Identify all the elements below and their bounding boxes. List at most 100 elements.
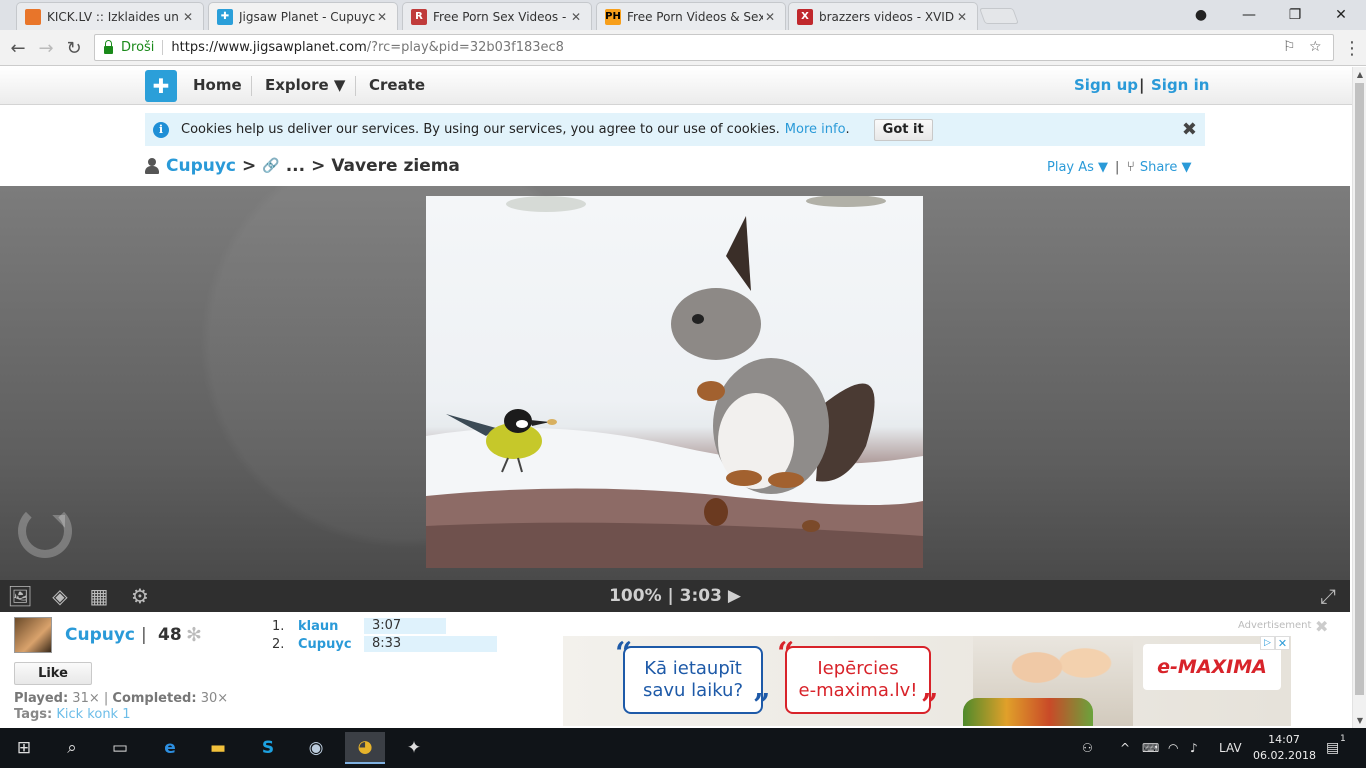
volume-icon[interactable]: ♪ bbox=[1190, 728, 1198, 768]
chrome-icon[interactable]: ◕ bbox=[345, 732, 385, 764]
page-title: Vavere ziema bbox=[331, 156, 460, 176]
like-button[interactable]: Like bbox=[14, 662, 92, 685]
tab-close-icon[interactable]: ✕ bbox=[569, 10, 583, 24]
menu-dots-icon[interactable]: ⋮ bbox=[1340, 36, 1364, 60]
tab-close-icon[interactable]: ✕ bbox=[375, 10, 389, 24]
score-player[interactable]: Cupuyc bbox=[298, 637, 364, 652]
nav-create[interactable]: Create bbox=[369, 76, 425, 94]
puzzle-options: Play As ▼ | ⑂ Share ▼ bbox=[1047, 159, 1192, 175]
ad-text-line: Kā ietaupīt bbox=[644, 658, 742, 679]
url-path: /?rc=play&pid=32b03f183ec8 bbox=[366, 40, 564, 55]
avatar[interactable] bbox=[14, 617, 52, 653]
tab-free-porn-sex-videos[interactable]: R Free Porn Sex Videos - R ✕ bbox=[402, 2, 592, 30]
share-menu[interactable]: Share ▼ bbox=[1140, 160, 1192, 175]
ad-close-icon[interactable]: ✖ bbox=[1315, 617, 1328, 636]
skype-icon[interactable]: S bbox=[248, 732, 288, 764]
system-clock[interactable]: 14:07 06.02.2018 bbox=[1253, 732, 1316, 764]
author-divider: | bbox=[141, 625, 147, 645]
url-host: https://www.jigsawplanet.com bbox=[171, 40, 367, 55]
close-icon[interactable]: ✖ bbox=[1182, 119, 1197, 140]
puzzle-stage[interactable] bbox=[0, 186, 1350, 580]
play-as-menu[interactable]: Play As ▼ bbox=[1047, 160, 1108, 175]
piece-count: 48 bbox=[158, 625, 182, 645]
close-window-button[interactable]: ✕ bbox=[1318, 0, 1364, 30]
address-bar[interactable]: Droši https://www.jigsawplanet.com/?rc=p… bbox=[94, 34, 1334, 61]
scroll-down-icon[interactable]: ▼ bbox=[1353, 713, 1366, 727]
tray-chevron-icon[interactable]: ^ bbox=[1120, 728, 1130, 768]
tab-title: Jigsaw Planet - Cupuyc - bbox=[239, 9, 375, 24]
bookmark-star-icon[interactable]: ☆ bbox=[1309, 39, 1322, 55]
breadcrumb-owner[interactable]: Cupuyc bbox=[166, 156, 236, 176]
r-favicon-icon: R bbox=[411, 8, 427, 25]
score-player[interactable]: klaun bbox=[298, 619, 364, 634]
played-value: 31× bbox=[72, 691, 100, 706]
score-rank: 2. bbox=[272, 636, 285, 652]
nav-explore[interactable]: Explore ▼ bbox=[265, 76, 345, 94]
stats-divider: | bbox=[103, 691, 109, 706]
fullscreen-icon[interactable]: ⤢ bbox=[1316, 584, 1340, 608]
nav-home[interactable]: Home bbox=[193, 76, 242, 94]
scrollbar-thumb[interactable] bbox=[1355, 83, 1364, 695]
advertisement-banner[interactable]: “ Kā ietaupītsavu laiku? ” “ Iepērciese-… bbox=[563, 636, 1291, 726]
squirrel-bird-picture bbox=[426, 196, 923, 568]
translate-icon[interactable]: ⚐ bbox=[1283, 39, 1296, 55]
windows-start-icon[interactable]: ⊞ bbox=[4, 732, 44, 764]
ad-x-icon[interactable]: ✕ bbox=[1275, 636, 1290, 650]
score-rank: 1. bbox=[272, 618, 285, 634]
task-view-icon[interactable]: ▭ bbox=[100, 732, 140, 764]
counter-strike-icon[interactable]: ✦ bbox=[394, 732, 434, 764]
secure-label: Droši bbox=[121, 40, 164, 55]
ad-bubble-cta: Iepērcies e-maxima.lv! bbox=[785, 646, 931, 714]
site-header: ✚ Home Explore ▼ Create Sign up | Sign i… bbox=[0, 67, 1352, 105]
share-icon: ⑂ bbox=[1126, 159, 1135, 175]
file-explorer-icon[interactable]: ▬ bbox=[198, 732, 238, 764]
sign-in-link[interactable]: Sign in bbox=[1151, 76, 1209, 94]
steam-icon[interactable]: ◉ bbox=[296, 732, 336, 764]
score-row: 2. Cupuyc 8:33 bbox=[272, 635, 497, 653]
high-scores: 1. klaun 3:07 2. Cupuyc 8:33 bbox=[272, 617, 497, 653]
notifications-icon[interactable]: ▤ bbox=[1326, 728, 1339, 768]
tag-link[interactable]: Kick konk 1 bbox=[56, 707, 130, 722]
rotate-icon[interactable] bbox=[18, 504, 72, 558]
tab-close-icon[interactable]: ✕ bbox=[955, 10, 969, 24]
ad-vegetables-image bbox=[963, 698, 1093, 726]
keyboard-icon[interactable]: ⌨ bbox=[1142, 728, 1159, 768]
got-it-button[interactable]: Got it bbox=[873, 118, 933, 141]
ad-text-line: savu laiku? bbox=[642, 680, 744, 701]
people-icon[interactable]: ⚇ bbox=[1082, 728, 1093, 768]
search-icon[interactable]: ⌕ bbox=[52, 732, 92, 764]
more-info-link[interactable]: More info bbox=[785, 122, 846, 137]
adchoices-icon[interactable]: ▷ bbox=[1260, 636, 1275, 650]
completed-label: Completed: bbox=[112, 691, 197, 706]
new-tab-button[interactable] bbox=[979, 8, 1019, 24]
tab-kick[interactable]: KICK.LV :: Izklaides un spē ✕ bbox=[16, 2, 204, 30]
advertisement-label: Advertisement bbox=[1238, 620, 1312, 631]
puzzle-stats: Played: 31× | Completed: 30× bbox=[14, 691, 228, 706]
minimize-button[interactable]: — bbox=[1226, 0, 1272, 30]
tab-jigsaw-planet[interactable]: ✚ Jigsaw Planet - Cupuyc - ✕ bbox=[208, 2, 398, 30]
link-icon[interactable]: 🔗 bbox=[262, 158, 279, 174]
ph-favicon-icon: PH bbox=[605, 8, 621, 25]
tab-free-porn-videos[interactable]: PH Free Porn Videos & Sex M ✕ bbox=[596, 2, 786, 30]
tab-close-icon[interactable]: ✕ bbox=[181, 10, 195, 24]
forward-arrow-icon[interactable]: → bbox=[34, 36, 58, 60]
tab-brazzers-videos[interactable]: X brazzers videos - XVIDEO ✕ bbox=[788, 2, 978, 30]
jigsaw-logo-icon[interactable]: ✚ bbox=[145, 70, 177, 102]
sign-up-link[interactable]: Sign up bbox=[1074, 76, 1138, 94]
breadcrumb-separator: > bbox=[242, 156, 257, 176]
profile-icon[interactable]: ● bbox=[1178, 0, 1224, 30]
restore-button[interactable]: ❐ bbox=[1272, 0, 1318, 30]
completed-value: 30× bbox=[200, 691, 229, 706]
page-scrollbar[interactable]: ▲ ▼ bbox=[1352, 67, 1366, 728]
wifi-icon[interactable]: ◠ bbox=[1168, 728, 1178, 768]
language-indicator[interactable]: LAV bbox=[1219, 728, 1242, 768]
tab-close-icon[interactable]: ✕ bbox=[763, 10, 777, 24]
url-text[interactable]: https://www.jigsawplanet.com/?rc=play&pi… bbox=[171, 40, 564, 55]
edge-browser-icon[interactable]: e bbox=[150, 732, 190, 764]
author-name[interactable]: Cupuyc bbox=[65, 625, 135, 645]
kick-favicon-icon bbox=[25, 8, 41, 25]
breadcrumb-ellipsis[interactable]: ... bbox=[286, 156, 305, 176]
back-arrow-icon[interactable]: ← bbox=[6, 36, 30, 60]
scroll-up-icon[interactable]: ▲ bbox=[1353, 67, 1366, 81]
reload-icon[interactable]: ↻ bbox=[62, 36, 86, 60]
